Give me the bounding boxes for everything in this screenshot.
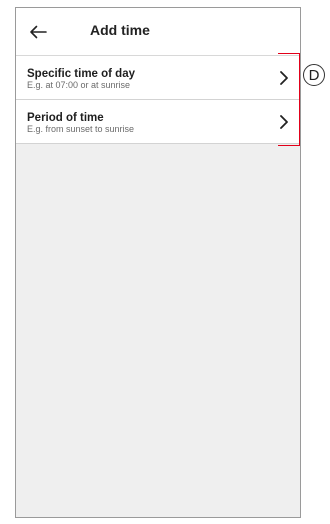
option-subtitle: E.g. at 07:00 or at sunrise [27, 80, 131, 90]
arrow-left-icon [30, 25, 47, 39]
option-specific-time-of-day[interactable]: Specific time of day E.g. at 07:00 or at… [16, 56, 300, 100]
back-button[interactable] [22, 16, 54, 48]
option-title: Specific time of day [27, 68, 136, 80]
option-period-of-time[interactable]: Period of time E.g. from sunset to sunri… [16, 100, 300, 144]
page: Add time Specific time of day E.g. at 07… [0, 0, 330, 524]
option-subtitle: E.g. from sunset to sunrise [27, 124, 135, 134]
app-header: Add time [16, 8, 300, 56]
annotation-callout: D [303, 64, 325, 86]
time-options-list: Specific time of day E.g. at 07:00 or at… [16, 56, 300, 144]
page-title: Add time [90, 22, 150, 38]
option-title: Period of time [27, 112, 104, 124]
phone-screen: Add time Specific time of day E.g. at 07… [15, 7, 301, 518]
annotation-bracket [278, 53, 300, 146]
